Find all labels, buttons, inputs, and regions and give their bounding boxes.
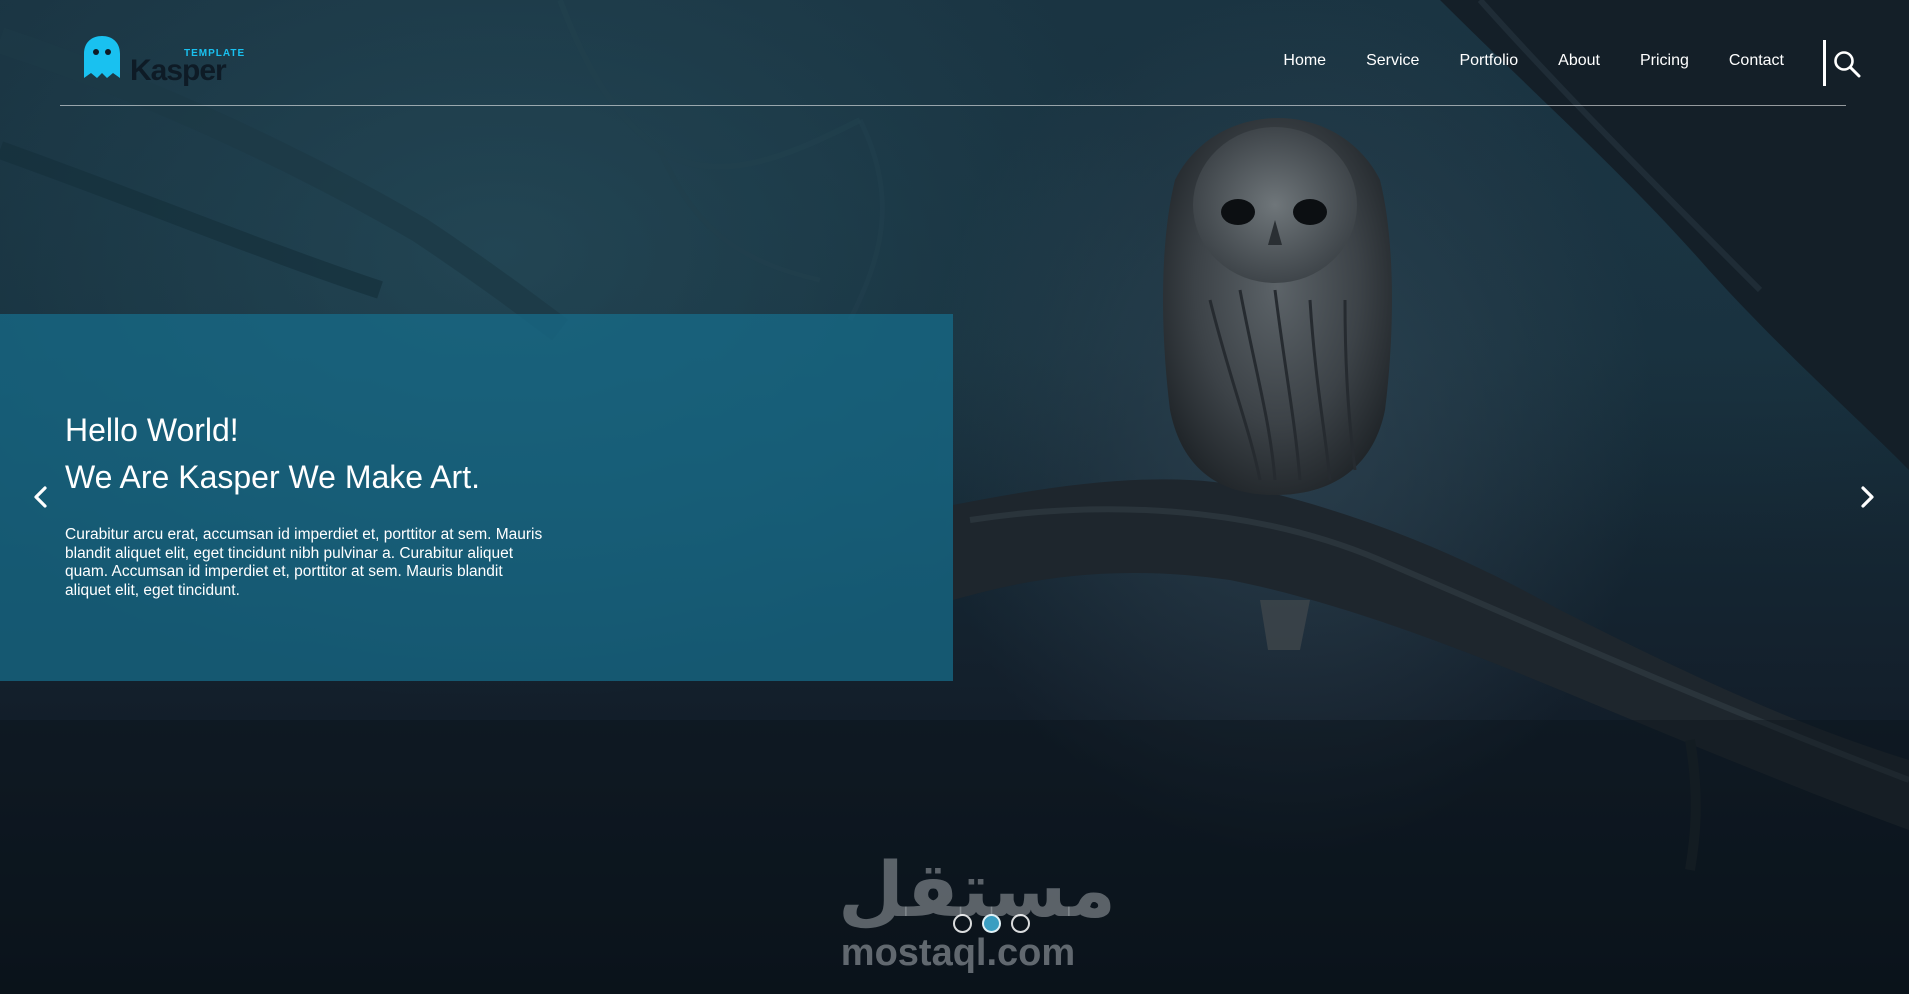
hero-title-line2: We Are Kasper We Make Art. (65, 459, 480, 495)
watermark-domain: mostaql.com (840, 932, 1076, 974)
hero-section: Kasper TEMPLATE Home Service Portfolio A… (0, 0, 1909, 994)
nav-pricing[interactable]: Pricing (1640, 52, 1689, 70)
header-divider (60, 105, 1846, 106)
hero-description: Curabitur arcu erat, accumsan id imperdi… (65, 526, 543, 599)
nav-home[interactable]: Home (1283, 52, 1326, 70)
nav-contact[interactable]: Contact (1729, 52, 1784, 70)
hero-title-line1: Hello World! (65, 412, 239, 448)
main-nav: Home Service Portfolio About Pricing Con… (1243, 52, 1784, 70)
nav-about[interactable]: About (1558, 52, 1600, 70)
nav-service[interactable]: Service (1366, 52, 1419, 70)
slider-dots (953, 914, 1030, 933)
logo-wordmark: Kasper (130, 54, 227, 87)
logo-tagline: TEMPLATE (184, 48, 246, 59)
slider-dot-2[interactable] (982, 914, 1001, 933)
slider-dot-1[interactable] (953, 914, 972, 933)
slider-dot-3[interactable] (1011, 914, 1030, 933)
search-icon[interactable] (1833, 50, 1861, 78)
nav-divider (1823, 40, 1826, 86)
chevron-left-icon[interactable] (26, 482, 56, 512)
ghost-logo-icon (84, 36, 120, 78)
hero-content-box: Hello World! We Are Kasper We Make Art. … (0, 314, 953, 681)
chevron-right-icon[interactable] (1852, 482, 1882, 512)
nav-portfolio[interactable]: Portfolio (1459, 52, 1518, 70)
logo[interactable]: Kasper TEMPLATE (82, 34, 246, 87)
